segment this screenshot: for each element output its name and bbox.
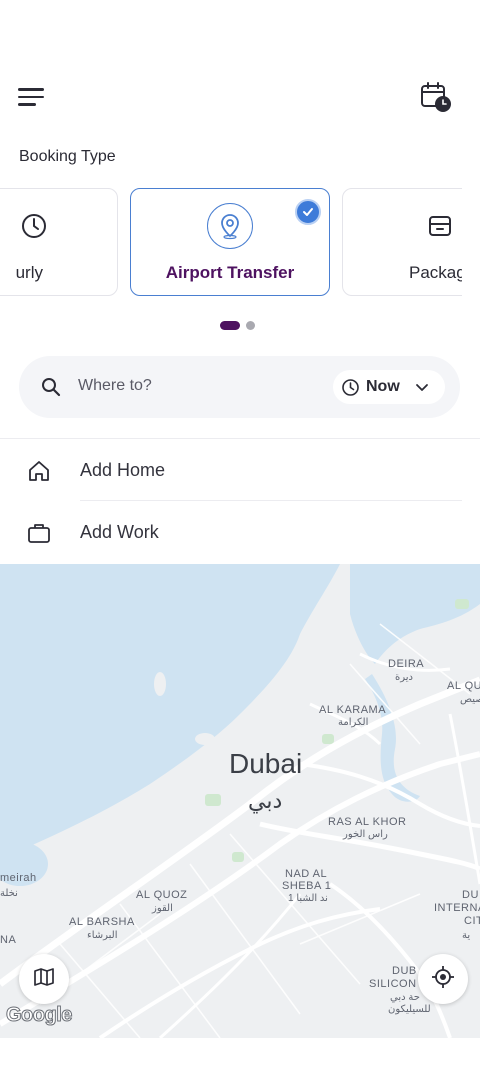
- booking-card-package[interactable]: Packag: [342, 188, 462, 296]
- booking-card-label: Airport Transfer: [165, 263, 295, 282]
- chevron-down-icon: [415, 381, 429, 399]
- row-divider: [80, 500, 462, 501]
- my-location-button[interactable]: [418, 954, 468, 1004]
- map-place-label: DEIRA: [388, 658, 425, 670]
- map-place-label: AL BARSHA: [69, 916, 135, 928]
- map-place-label-ar: ديرة: [395, 672, 413, 683]
- map-place-label: meirah: [0, 872, 37, 884]
- section-divider: [0, 438, 480, 439]
- map-place-label: INTERNA: [434, 902, 480, 914]
- map-place-label-ar: حة دبي: [390, 992, 420, 1003]
- ride-booking-screen: Booking Type urly Airport Transfer Packa…: [0, 0, 480, 1066]
- clock-icon: [341, 378, 360, 402]
- map-place-label: AL QUOZ: [136, 889, 188, 901]
- map-place-label: AL QU: [447, 680, 480, 692]
- map-place-label-ar: ية: [462, 930, 471, 941]
- map-place-label-ar: راس الخور: [343, 829, 388, 840]
- booking-card-label: Packag: [409, 263, 462, 282]
- map-place-label-ar: صيص: [460, 694, 480, 705]
- pagination-dot[interactable]: [246, 321, 255, 330]
- search-icon: [41, 377, 61, 402]
- map-layers-button[interactable]: [19, 954, 69, 1004]
- carousel-pagination: [220, 321, 255, 330]
- calendar-clock-icon[interactable]: [418, 80, 454, 116]
- booking-card-airport-transfer[interactable]: Airport Transfer: [130, 188, 330, 296]
- booking-card-label: urly: [15, 263, 43, 282]
- pagination-dot-active[interactable]: [220, 321, 240, 330]
- map-place-label-ar: للسيليكون: [388, 1004, 431, 1015]
- map-place-label: NAD AL: [285, 868, 328, 880]
- booking-type-title: Booking Type: [19, 148, 116, 165]
- crosshair-location-icon: [431, 965, 455, 994]
- package-icon: [417, 203, 462, 249]
- saved-place-label: Add Work: [80, 522, 159, 542]
- clock-icon: [11, 203, 57, 249]
- destination-search-bar[interactable]: Where to? Now: [19, 356, 460, 418]
- booking-type-carousel[interactable]: urly Airport Transfer Packag: [0, 186, 462, 300]
- booking-card-hourly[interactable]: urly: [0, 188, 118, 296]
- map-city-label: Dubai: [229, 748, 303, 779]
- selected-check-icon: [295, 199, 321, 225]
- map-place-label: SILICON: [369, 978, 417, 990]
- map-icon: [33, 966, 55, 993]
- briefcase-icon: [27, 521, 51, 550]
- map-place-label: SHEBA 1: [282, 880, 332, 892]
- location-pin-icon: [207, 203, 253, 249]
- map-place-label: AL KARAMA: [319, 704, 387, 716]
- map-place-label-ar: الكرامة: [338, 717, 369, 728]
- map-view[interactable]: DEIRA ديرة AL QU صيص AL KARAMA الكرامة D…: [0, 564, 480, 1038]
- map-place-label-ar: نخلة: [0, 888, 18, 899]
- map-place-label: NA: [0, 934, 17, 946]
- hamburger-menu-icon[interactable]: [18, 84, 48, 110]
- home-icon: [27, 459, 51, 488]
- map-place-label: RAS AL KHOR: [328, 816, 407, 828]
- saved-place-work[interactable]: Add Work: [0, 502, 462, 564]
- map-place-label: DU: [462, 889, 479, 901]
- map-city-label-ar: دبي: [248, 788, 283, 813]
- map-place-label: CIT: [464, 915, 480, 927]
- map-place-label: DUB: [392, 965, 417, 977]
- map-place-label-ar: ند الشبا 1: [288, 893, 328, 904]
- search-input[interactable]: Where to?: [78, 377, 152, 395]
- map-place-label-ar: القوز: [152, 903, 173, 914]
- map-place-label-ar: البرشاء: [87, 930, 118, 941]
- saved-place-label: Add Home: [80, 460, 166, 480]
- ride-time-selector[interactable]: Now: [333, 370, 445, 404]
- google-attribution-logo: Google: [6, 1004, 73, 1027]
- saved-place-home[interactable]: Add Home: [0, 440, 462, 502]
- ride-time-label: Now: [366, 378, 400, 395]
